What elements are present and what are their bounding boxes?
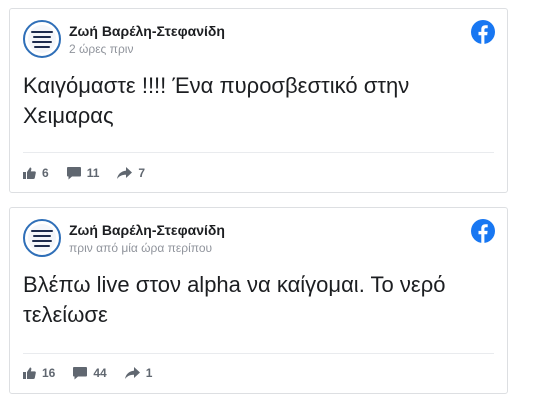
share-count-value: 1	[145, 366, 153, 380]
share-count[interactable]: 7	[117, 166, 145, 180]
share-arrow-icon	[124, 367, 140, 379]
comment-count-value: 11	[86, 166, 100, 180]
avatar[interactable]	[23, 219, 61, 257]
thumbs-up-icon	[23, 367, 36, 379]
divider	[23, 152, 494, 153]
facebook-icon[interactable]	[471, 20, 495, 44]
post-card: Ζωή Βαρέλη-Στεφανίδη πριν από μία ώρα πε…	[9, 207, 508, 394]
share-count-value: 7	[138, 166, 146, 180]
divider	[23, 353, 494, 354]
like-count[interactable]: 6	[23, 166, 49, 180]
post-text: Καιγόμαστε !!!! Ένα πυροσβεστικό στην Χε…	[23, 73, 410, 128]
comment-count-value: 44	[93, 366, 107, 380]
avatar[interactable]	[23, 20, 61, 58]
post-card: Ζωή Βαρέλη-Στεφανίδη 2 ώρες πριν Καιγόμα…	[9, 8, 508, 193]
share-arrow-icon	[117, 167, 133, 179]
engagement-stats: 16 44 1	[23, 365, 170, 381]
facebook-icon[interactable]	[471, 219, 495, 243]
comment-count[interactable]: 44	[73, 366, 107, 380]
author-name[interactable]: Ζωή Βαρέλη-Στεφανίδη	[69, 23, 225, 39]
engagement-stats: 6 11 7	[23, 165, 163, 181]
post-text: Βλέπω live στον alpha να καίγομαι. Το νε…	[23, 272, 446, 327]
post-timestamp[interactable]: πριν από μία ώρα περίπου	[69, 241, 212, 255]
like-count[interactable]: 16	[23, 366, 55, 380]
like-count-value: 16	[42, 366, 56, 380]
thumbs-up-icon	[23, 167, 36, 179]
comment-icon	[66, 166, 81, 179]
share-count[interactable]: 1	[124, 366, 153, 380]
comment-count[interactable]: 11	[66, 166, 100, 180]
post-timestamp[interactable]: 2 ώρες πριν	[69, 42, 133, 56]
comment-icon	[73, 366, 88, 379]
author-name[interactable]: Ζωή Βαρέλη-Στεφανίδη	[69, 222, 225, 238]
like-count-value: 6	[42, 166, 49, 180]
